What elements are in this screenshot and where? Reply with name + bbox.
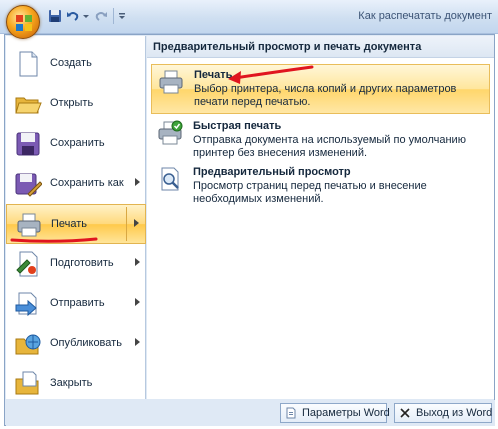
menu-item-new[interactable]: Создать bbox=[6, 44, 146, 84]
menu-item-publish[interactable]: Опубликовать bbox=[6, 324, 146, 364]
printer-icon bbox=[17, 213, 41, 237]
menu-item-label: Печать bbox=[51, 218, 88, 230]
toolbar-separator bbox=[113, 8, 114, 24]
office-logo-icon bbox=[16, 15, 32, 31]
menu-item-save-as[interactable]: Сохранить как bbox=[6, 164, 146, 204]
menu-item-label: Опубликовать bbox=[50, 337, 122, 349]
menu-item-label: Подготовить bbox=[50, 257, 114, 269]
submenu-item-title: Предварительный просмотр bbox=[193, 166, 351, 178]
menu-item-label: Сохранить bbox=[50, 137, 105, 149]
office-menu-footer: Параметры Word Выход из Word bbox=[6, 400, 495, 426]
customize-icon[interactable] bbox=[118, 9, 126, 23]
submenu-item-description: Просмотр страниц перед печатью и внесени… bbox=[193, 180, 427, 205]
dropdown-icon[interactable] bbox=[82, 9, 90, 23]
print-submenu: Предварительный просмотр и печать докуме… bbox=[147, 36, 494, 399]
office-menu: Создать Открыть Сохранить Сохранить как … bbox=[4, 34, 495, 426]
office-button[interactable] bbox=[6, 5, 40, 39]
publish-icon bbox=[15, 334, 41, 355]
submenu-item-print-preview[interactable]: Предварительный просмотр Просмотр страни… bbox=[151, 162, 490, 212]
quick-print-icon bbox=[158, 120, 183, 145]
save-icon[interactable] bbox=[48, 9, 62, 23]
send-icon bbox=[15, 292, 37, 317]
menu-item-save[interactable]: Сохранить bbox=[6, 124, 146, 164]
menu-item-print[interactable]: Печать bbox=[6, 204, 146, 244]
submenu-header: Предварительный просмотр и печать докуме… bbox=[147, 36, 494, 58]
menu-item-prepare[interactable]: Подготовить bbox=[6, 244, 146, 284]
menu-item-close[interactable]: Закрыть bbox=[6, 364, 146, 404]
menu-item-label: Открыть bbox=[50, 97, 94, 109]
menu-item-label: Отправить bbox=[50, 297, 105, 309]
menu-item-label: Закрыть bbox=[50, 377, 93, 389]
submenu-arrow-icon bbox=[135, 298, 140, 306]
menu-item-open[interactable]: Открыть bbox=[6, 84, 146, 124]
close-icon bbox=[400, 408, 410, 418]
submenu-arrow-icon bbox=[135, 258, 140, 266]
menu-item-label: Создать bbox=[50, 57, 92, 69]
submenu-arrow-icon bbox=[134, 219, 139, 227]
submenu-item-quick-print[interactable]: Быстрая печать Отправка документа на исп… bbox=[151, 116, 490, 166]
options-icon bbox=[286, 407, 296, 419]
save-as-icon bbox=[15, 173, 42, 197]
word-options-button[interactable]: Параметры Word bbox=[280, 403, 390, 423]
submenu-item-description: Выбор принтера, числа копий и других пар… bbox=[194, 83, 457, 108]
close-folder-icon bbox=[15, 371, 39, 395]
new-document-icon bbox=[19, 51, 38, 77]
menu-item-send[interactable]: Отправить bbox=[6, 284, 146, 324]
submenu-arrow-icon bbox=[135, 178, 140, 186]
submenu-arrow-icon bbox=[135, 338, 140, 346]
split-divider bbox=[126, 207, 127, 241]
title-bar: Как распечатать документ bbox=[0, 0, 498, 39]
undo-icon[interactable] bbox=[66, 9, 80, 23]
print-preview-icon bbox=[161, 167, 179, 191]
open-folder-icon bbox=[15, 97, 42, 114]
exit-word-label: Выход из Word bbox=[416, 407, 493, 419]
menu-item-label: Сохранить как bbox=[50, 177, 124, 189]
word-options-label: Параметры Word bbox=[302, 407, 390, 419]
window-title: Как распечатать документ bbox=[358, 10, 492, 22]
office-menu-left-pane: Создать Открыть Сохранить Сохранить как … bbox=[6, 36, 146, 399]
printer-icon bbox=[159, 70, 183, 94]
prepare-icon bbox=[16, 251, 38, 277]
redo-icon[interactable] bbox=[94, 9, 108, 23]
submenu-item-title: Быстрая печать bbox=[193, 120, 282, 132]
submenu-item-title: Печать bbox=[194, 69, 233, 81]
submenu-item-description: Отправка документа на используемый по ум… bbox=[193, 134, 466, 159]
submenu-item-print[interactable]: Печать Выбор принтера, числа копий и дру… bbox=[151, 64, 490, 114]
save-disk-icon bbox=[16, 132, 40, 156]
exit-word-button[interactable]: Выход из Word bbox=[394, 403, 492, 423]
